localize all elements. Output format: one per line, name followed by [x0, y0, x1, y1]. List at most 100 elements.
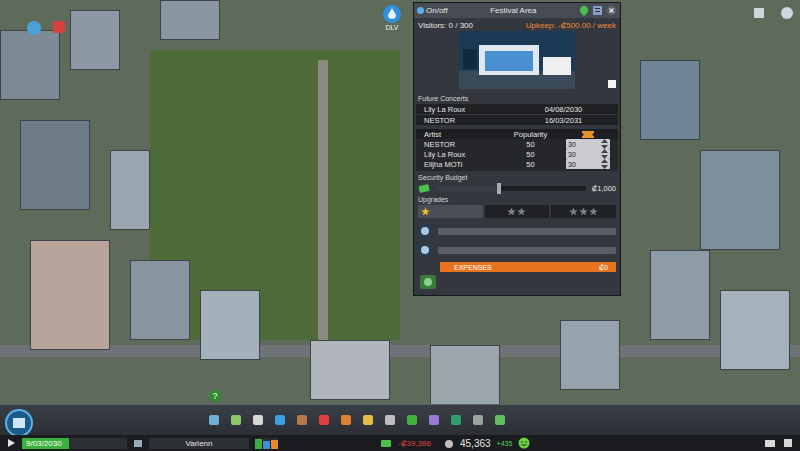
upkeep: Upkeep: -₡500.00 / week: [526, 21, 616, 30]
tool-icon[interactable]: [471, 413, 485, 427]
happiness-icon[interactable]: [518, 437, 530, 449]
tool-icon[interactable]: [361, 413, 375, 427]
upgrade-button-icon[interactable]: [420, 275, 436, 289]
building[interactable]: [640, 60, 700, 140]
location-icon[interactable]: [579, 5, 589, 17]
tool-icon[interactable]: [405, 413, 419, 427]
section-title: Security Budget: [414, 171, 620, 183]
building[interactable]: [650, 250, 710, 340]
upgrade-slot[interactable]: [418, 243, 616, 257]
settings-icon[interactable]: [782, 438, 794, 448]
artist-row[interactable]: Elijha MOTi5030: [416, 159, 618, 169]
demand-fill: [263, 441, 270, 449]
water-badge[interactable]: DLV: [382, 4, 402, 31]
tool-row: [0, 405, 800, 435]
building[interactable]: [700, 150, 780, 250]
tool-icon[interactable]: [493, 413, 507, 427]
tool-icon[interactable]: [427, 413, 441, 427]
concert-row[interactable]: Lily La Roux04/08/2030: [416, 104, 618, 114]
upgrade-tab[interactable]: [485, 205, 550, 218]
building[interactable]: [70, 10, 120, 70]
section-title: Future Concerts: [414, 92, 620, 104]
game-screen: DLVOn/offFestival AreaVisitors: 0 / 300U…: [0, 0, 800, 451]
tool-icon[interactable]: [317, 413, 331, 427]
expenses-bar: EXPENSES₡0: [440, 262, 616, 272]
road: [0, 345, 800, 357]
help-button[interactable]: ?: [209, 390, 221, 402]
checkbox[interactable]: [608, 80, 616, 88]
tool-icon[interactable]: [449, 413, 463, 427]
tool-icon[interactable]: [251, 413, 265, 427]
tool-icon[interactable]: [339, 413, 353, 427]
ticket-price-field[interactable]: 30: [566, 149, 610, 159]
demand-bar: [271, 438, 278, 449]
on-off-toggle[interactable]: On/off: [417, 6, 448, 15]
population-icon[interactable]: [133, 438, 143, 448]
section-title: Upgrades: [414, 193, 620, 205]
ticket-price-field[interactable]: 30: [566, 139, 610, 149]
close-icon[interactable]: [606, 5, 617, 16]
artist-name: Lily La Roux: [424, 150, 495, 159]
preview-area: [414, 31, 620, 92]
building[interactable]: [110, 150, 150, 230]
play-icon[interactable]: [6, 438, 16, 448]
policy-icon[interactable]: [592, 5, 603, 16]
building[interactable]: [720, 290, 790, 370]
slider-knob[interactable]: [497, 183, 501, 194]
tool-icon[interactable]: [207, 413, 221, 427]
ticket-price-field[interactable]: 30: [566, 159, 610, 169]
tool-icon[interactable]: [295, 413, 309, 427]
spinner-arrows-icon[interactable]: [601, 139, 608, 149]
panel-header[interactable]: On/off Festival Area: [414, 3, 620, 18]
road: [318, 60, 328, 350]
building[interactable]: [200, 290, 260, 360]
artist-row[interactable]: NESTOR5030: [416, 139, 618, 149]
demand-meter: [255, 438, 278, 449]
date: 9/03/2030: [26, 438, 62, 449]
toggle-label: On/off: [426, 6, 448, 15]
building[interactable]: [560, 320, 620, 390]
panel-title: Festival Area: [452, 6, 575, 15]
tool-icon[interactable]: [229, 413, 243, 427]
artist-popularity: 50: [495, 160, 566, 169]
building[interactable]: [0, 30, 60, 100]
upgrade-slot[interactable]: [418, 224, 616, 238]
budget-icon[interactable]: [380, 438, 392, 448]
unlock-icon[interactable]: [752, 6, 766, 20]
demand-bar: [263, 438, 270, 449]
upgrade-slots: [414, 218, 620, 257]
building[interactable]: [20, 120, 90, 210]
toolbar: 9/03/2030Varienn-₡39,38645,363+435: [0, 404, 800, 451]
artist-name: NESTOR: [424, 140, 495, 149]
ticket-icon: [581, 129, 595, 139]
building[interactable]: [130, 260, 190, 340]
camera-icon[interactable]: [764, 438, 776, 448]
artist-row[interactable]: Lily La Roux5030: [416, 149, 618, 159]
security-slider[interactable]: [436, 186, 586, 191]
tool-icon[interactable]: [383, 413, 397, 427]
info-icon[interactable]: [26, 20, 42, 36]
city-view[interactable]: DLVOn/offFestival AreaVisitors: 0 / 300U…: [0, 0, 800, 404]
demand-bar: [255, 438, 262, 449]
artist-popularity: 50: [495, 150, 566, 159]
star-icon: [517, 207, 526, 216]
speaker-icon: [418, 224, 432, 238]
building[interactable]: [160, 0, 220, 40]
spinner-arrows-icon[interactable]: [601, 159, 608, 169]
building[interactable]: [30, 240, 110, 350]
chirper-icon[interactable]: [4, 408, 34, 438]
upgrade-tab[interactable]: [551, 205, 616, 218]
upgrade-tab[interactable]: [418, 205, 483, 218]
spinner-arrows-icon[interactable]: [601, 149, 608, 159]
festival-panel: On/offFestival AreaVisitors: 0 / 300Upke…: [413, 2, 621, 296]
panel-footer: [414, 272, 620, 295]
advisor-icon[interactable]: [780, 6, 794, 20]
building[interactable]: [430, 345, 500, 404]
concert-row[interactable]: NESTOR16/03/2031: [416, 115, 618, 125]
tool-icon[interactable]: [273, 413, 287, 427]
traffic-icon[interactable]: [52, 20, 66, 34]
demand-fill: [271, 440, 278, 449]
column-header: Artist: [424, 130, 495, 139]
building[interactable]: [310, 340, 390, 400]
city-name[interactable]: Varienn: [149, 438, 249, 449]
